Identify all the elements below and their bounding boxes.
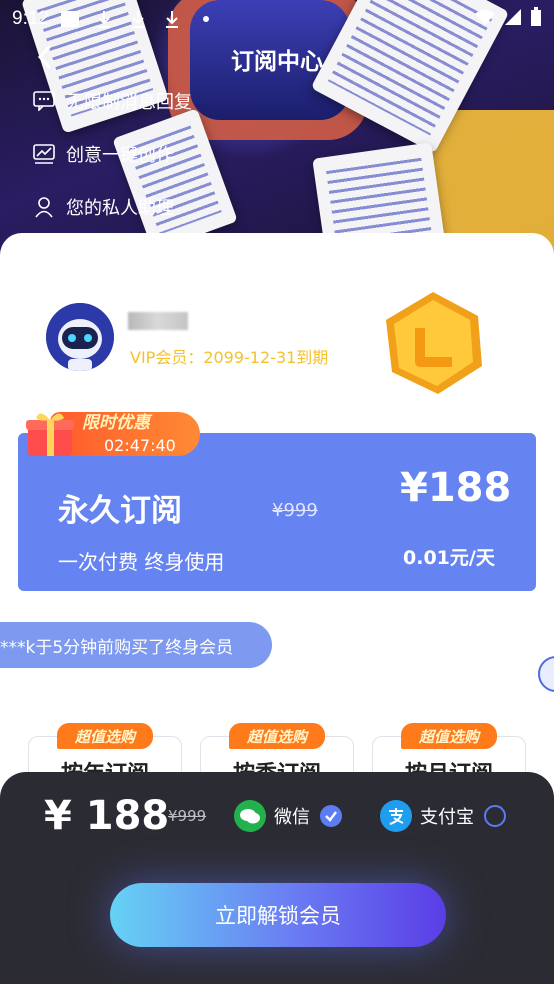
- purchase-ticker: ***k于5分钟前购买了终身会员: [0, 622, 272, 668]
- alipay-icon: [380, 800, 412, 832]
- plan-name: 永久订阅: [58, 493, 182, 529]
- page-title: 订阅中心: [231, 49, 323, 75]
- payment-label: 微信: [274, 807, 310, 828]
- feature-label: 无限制消息回复: [66, 92, 192, 113]
- wifi-icon: [474, 8, 496, 30]
- plan-original-price: ¥999: [272, 500, 318, 521]
- download-icon: [93, 10, 115, 28]
- vip-expiry: VIP会员：2099-12-31到期: [130, 348, 329, 367]
- download-icon: [161, 10, 183, 28]
- message-icon: [32, 89, 56, 113]
- robot-avatar-icon: [46, 303, 114, 371]
- hero-banner: [0, 0, 554, 260]
- status-time: 9:12: [12, 8, 49, 29]
- chart-icon: [32, 142, 56, 166]
- payment-label: 支付宝: [420, 807, 474, 828]
- signal-icon: [504, 8, 522, 30]
- feature-label: 创意一键创作: [66, 145, 174, 166]
- battery-icon: [530, 7, 542, 31]
- download-icon: [127, 10, 149, 28]
- avatar[interactable]: [46, 303, 114, 371]
- feature-item: 创意一键创作: [32, 141, 174, 167]
- feature-item: 您的私人助理: [32, 194, 174, 220]
- dot-icon: [195, 10, 217, 28]
- feature-label: 您的私人助理: [66, 198, 174, 219]
- promo-countdown: 02:47:40: [104, 436, 176, 455]
- vip-medal-icon: [378, 288, 488, 398]
- checkout-price: ¥ 188: [44, 793, 170, 839]
- notification-icon: [59, 10, 81, 28]
- promo-badge-label: 限时优惠: [82, 413, 150, 433]
- gift-icon: [22, 410, 80, 458]
- plan-daily-price: 0.01元/天: [403, 547, 495, 569]
- option-tag: 超值选购: [401, 723, 497, 749]
- unchecked-radio-icon[interactable]: [484, 805, 506, 827]
- username-masked: [128, 312, 188, 330]
- wechat-icon: [234, 800, 266, 832]
- payment-option-alipay[interactable]: 支付宝: [380, 800, 506, 832]
- plan-price: ¥188: [400, 465, 512, 511]
- status-bar: 9:12: [0, 0, 554, 38]
- feature-item: 无限制消息回复: [32, 88, 192, 114]
- option-tag: 超值选购: [57, 723, 153, 749]
- checked-icon[interactable]: [320, 805, 342, 827]
- checkout-original-price: ¥999: [168, 807, 207, 825]
- payment-option-wechat[interactable]: 微信: [234, 800, 342, 832]
- user-icon: [32, 195, 56, 219]
- unlock-membership-button[interactable]: 立即解锁会员: [110, 883, 446, 947]
- option-tag: 超值选购: [229, 723, 325, 749]
- plan-description: 一次付费 终身使用: [58, 550, 225, 574]
